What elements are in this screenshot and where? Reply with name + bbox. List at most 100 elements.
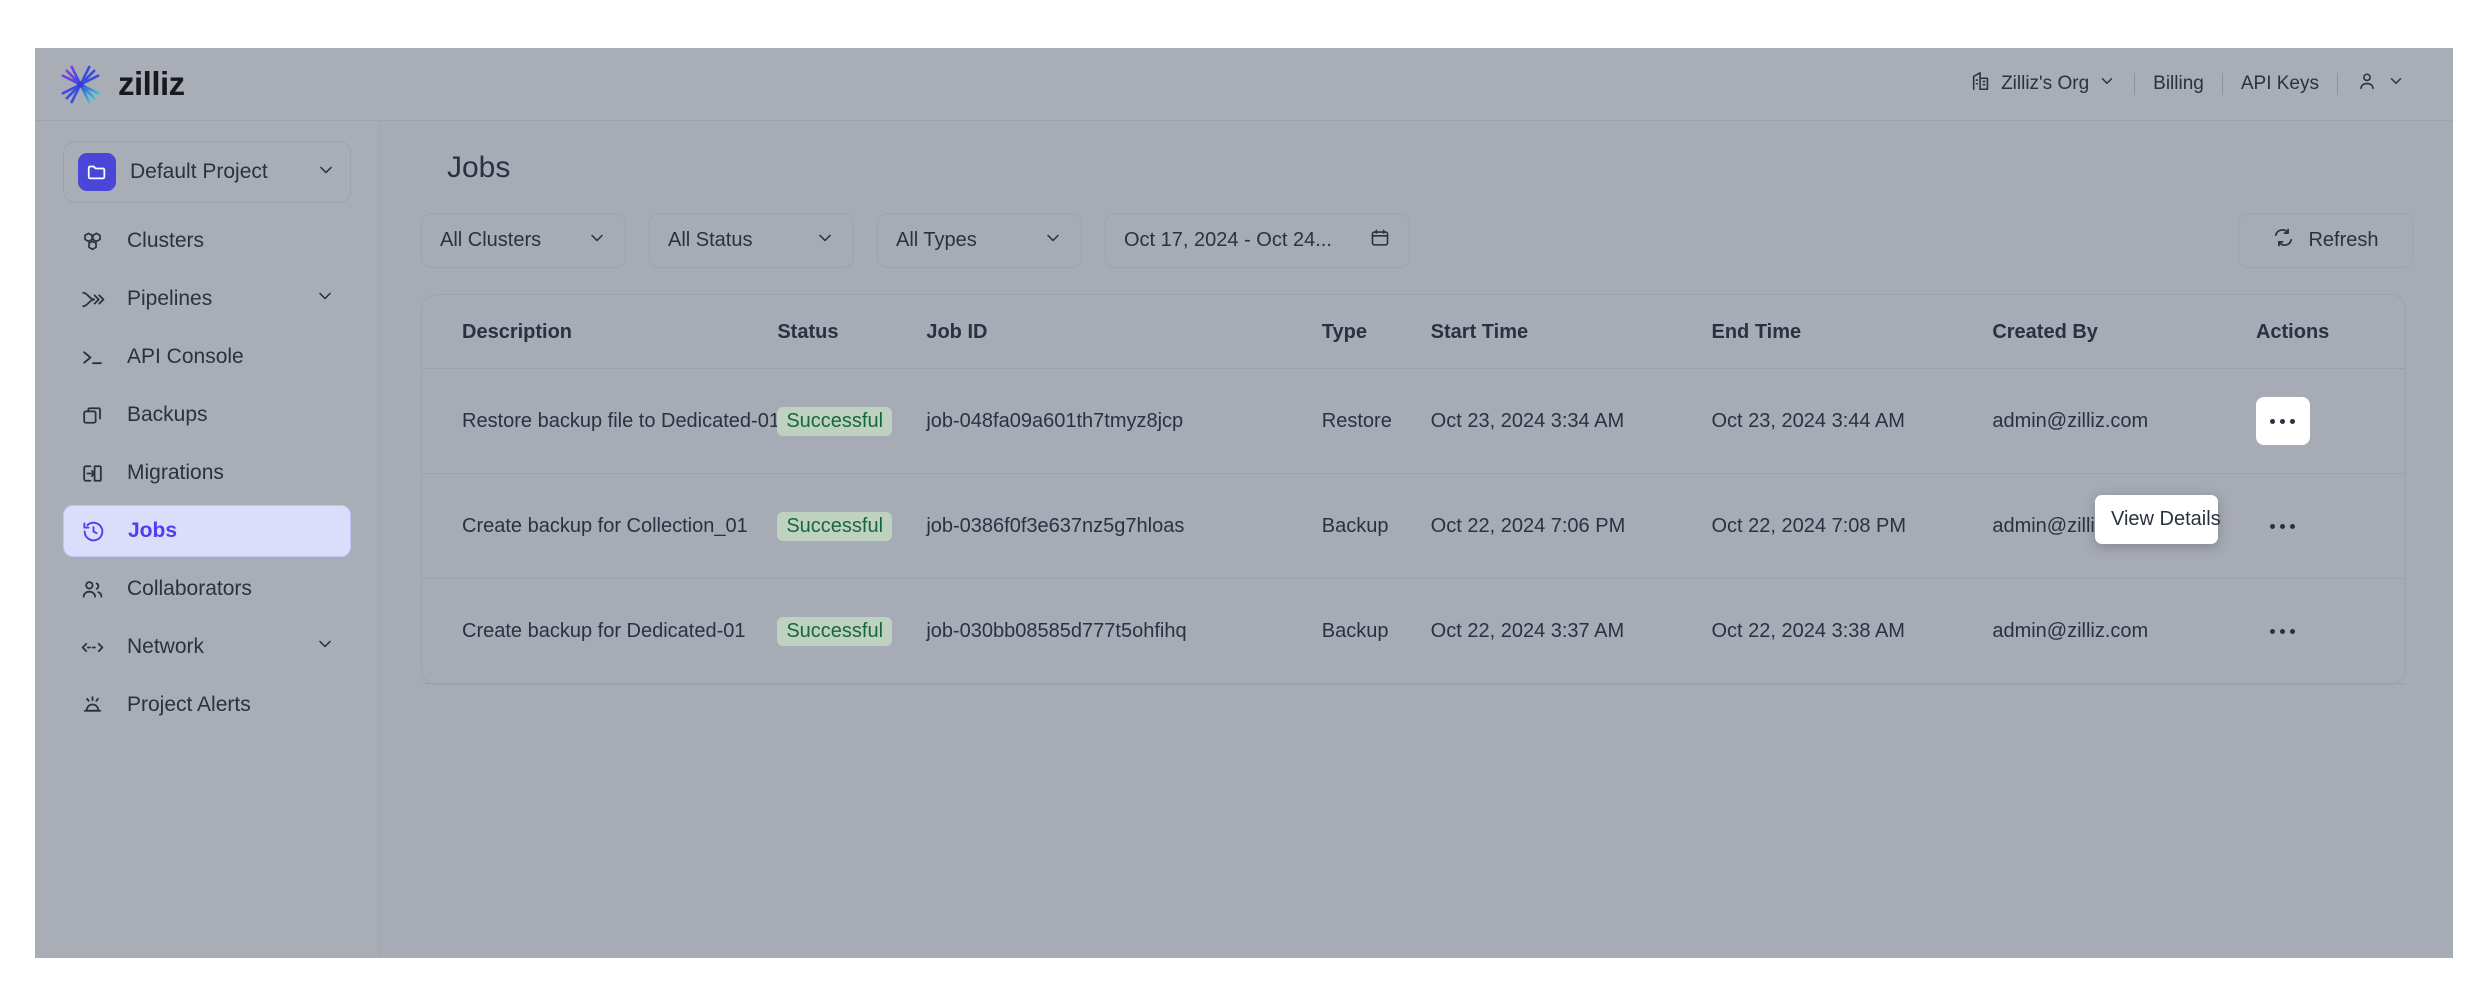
top-header-bar: zilliz Zilliz's Org [35,48,2453,121]
cell-created-by: admin@zilliz.com [1992,369,2256,474]
column-header-type[interactable]: Type [1322,295,1431,369]
sidebar-item-migrations[interactable]: Migrations [63,447,351,499]
cell-end-time: Oct 22, 2024 3:38 AM [1712,579,1993,684]
date-range-picker[interactable]: Oct 17, 2024 - Oct 24... [1105,213,1410,268]
chevron-down-icon [587,228,607,254]
cell-description: Restore backup file to Dedicated-01 [422,369,777,474]
kebab-dot [2290,524,2295,529]
sidebar-item-project-alerts[interactable]: Project Alerts [63,679,351,731]
kebab-menu-icon[interactable] [2256,397,2310,445]
cell-status: Successful [777,579,926,684]
refresh-button[interactable]: Refresh [2238,213,2413,268]
column-header-start-time[interactable]: Start Time [1431,295,1712,369]
kebab-dot [2290,419,2295,424]
clusters-icon [79,228,105,254]
sidebar-item-backups[interactable]: Backups [63,389,351,441]
column-header-job-id[interactable]: Job ID [926,295,1321,369]
table-row[interactable]: Create backup for Dedicated-01 Successfu… [422,579,2405,684]
table-header-row: Description Status Job ID Type Start Tim… [422,295,2405,369]
project-name: Default Project [130,160,302,184]
kebab-dot [2280,419,2285,424]
copy-icon [79,402,105,428]
users-icon [79,576,105,602]
org-name: Zilliz's Org [2001,73,2089,95]
status-filter-select[interactable]: All Status [649,213,854,268]
cell-status: Successful [777,369,926,474]
calendar-icon [1369,227,1391,255]
date-range-value: Oct 17, 2024 - Oct 24... [1124,229,1332,252]
column-header-created-by[interactable]: Created By [1992,295,2256,369]
sidebar-item-network[interactable]: Network [63,621,351,673]
billing-link[interactable]: Billing [2135,73,2222,95]
api-keys-link[interactable]: API Keys [2223,73,2337,95]
terminal-icon [79,344,105,370]
network-icon [79,634,105,660]
cell-description: Create backup for Collection_01 [422,474,777,579]
status-badge: Successful [777,617,892,646]
sidebar-item-label: Pipelines [127,287,293,311]
refresh-icon [2272,226,2295,255]
chevron-down-icon [316,160,336,185]
jobs-table-card: Description Status Job ID Type Start Tim… [421,294,2406,685]
kebab-dot [2280,629,2285,634]
sidebar-item-label: Backups [127,403,335,427]
sidebar-item-label: Clusters [127,229,335,253]
pipelines-icon [79,286,105,312]
sidebar-item-api-console[interactable]: API Console [63,331,351,383]
filter-bar: All Clusters All Status All Types Oct 17… [421,213,2413,268]
cell-type: Backup [1322,579,1431,684]
clusters-filter-value: All Clusters [440,229,541,252]
sidebar-item-label: Collaborators [127,577,335,601]
cell-job-id: job-048fa09a601th7tmyz8jcp [926,369,1321,474]
sidebar-item-label: Project Alerts [127,693,335,717]
brand-logo[interactable]: zilliz [35,61,185,108]
sidebar-nav: Clusters Pipelines [35,215,379,731]
cell-actions [2256,474,2405,579]
brand-name: zilliz [118,65,185,103]
account-menu[interactable] [2338,70,2423,98]
cell-job-id: job-030bb08585d777t5ohfihq [926,579,1321,684]
chevron-down-icon [1043,228,1063,254]
table-row[interactable]: Restore backup file to Dedicated-01 Succ… [422,369,2405,474]
api-keys-label: API Keys [2241,73,2319,95]
cell-type: Restore [1322,369,1431,474]
sidebar: Default Project Clusters [35,121,380,958]
types-filter-select[interactable]: All Types [877,213,1082,268]
cell-description: Create backup for Dedicated-01 [422,579,777,684]
sidebar-item-label: API Console [127,345,335,369]
status-filter-value: All Status [668,229,752,252]
sidebar-item-label: Network [127,635,293,659]
sidebar-item-clusters[interactable]: Clusters [63,215,351,267]
status-badge: Successful [777,512,892,541]
table-header: Description Status Job ID Type Start Tim… [422,295,2405,369]
app-window: zilliz Zilliz's Org [35,48,2453,958]
sidebar-item-pipelines[interactable]: Pipelines [63,273,351,325]
column-header-status[interactable]: Status [777,295,926,369]
top-navigation: Zilliz's Org Billing API Keys [1952,70,2453,98]
alarm-icon [79,692,105,718]
kebab-menu-icon[interactable] [2256,502,2310,550]
sidebar-item-collaborators[interactable]: Collaborators [63,563,351,615]
cell-start-time: Oct 22, 2024 3:37 AM [1431,579,1712,684]
chevron-down-icon [315,286,335,312]
chevron-down-icon [315,634,335,660]
cell-status: Successful [777,474,926,579]
column-header-end-time[interactable]: End Time [1712,295,1993,369]
cell-actions [2256,369,2405,474]
billing-label: Billing [2153,73,2204,95]
actions-dropdown-menu: View Details [2095,495,2218,544]
column-header-actions: Actions [2256,295,2405,369]
kebab-menu-icon[interactable] [2256,607,2310,655]
org-switcher[interactable]: Zilliz's Org [1952,70,2134,98]
cell-start-time: Oct 22, 2024 7:06 PM [1431,474,1712,579]
menu-item-view-details[interactable]: View Details [2095,502,2218,537]
kebab-dot [2270,524,2275,529]
types-filter-value: All Types [896,229,977,252]
building-icon [1970,70,1992,98]
column-header-description[interactable]: Description [422,295,777,369]
sidebar-item-label: Migrations [127,461,335,485]
clusters-filter-select[interactable]: All Clusters [421,213,626,268]
sidebar-item-jobs[interactable]: Jobs [63,505,351,557]
history-icon [80,518,106,544]
project-switcher[interactable]: Default Project [63,141,351,203]
